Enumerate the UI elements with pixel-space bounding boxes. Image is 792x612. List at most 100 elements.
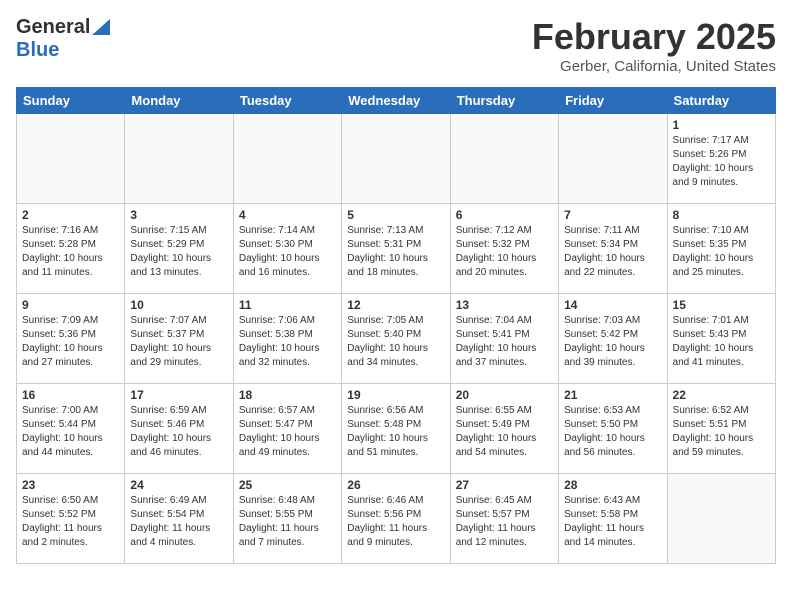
day-info: Sunrise: 7:03 AM Sunset: 5:42 PM Dayligh… — [564, 314, 661, 370]
calendar-cell: 7 Sunrise: 7:11 AM Sunset: 5:34 PM Daylig… — [559, 204, 667, 294]
day-number: 13 — [456, 298, 553, 312]
day-number: 22 — [673, 388, 770, 402]
calendar-cell: 13 Sunrise: 7:04 AM Sunset: 5:41 PM Dayli… — [450, 294, 558, 384]
day-info: Sunrise: 6:55 AM Sunset: 5:49 PM Dayligh… — [456, 404, 553, 460]
calendar-cell: 27 Sunrise: 6:45 AM Sunset: 5:57 PM Dayli… — [450, 474, 558, 564]
day-info: Sunrise: 6:46 AM Sunset: 5:56 PM Dayligh… — [347, 494, 444, 550]
logo-icon — [92, 19, 110, 35]
day-info: Sunrise: 7:13 AM Sunset: 5:31 PM Dayligh… — [347, 224, 444, 280]
logo-general: General — [16, 16, 90, 39]
logo-blue: Blue — [16, 39, 59, 62]
page-header: General Blue February 2025 Gerber, Calif… — [16, 16, 776, 75]
calendar-cell: 9Sunrise: 7:09 AM Sunset: 5:36 PM Daylig… — [17, 294, 125, 384]
calendar-cell: 23 Sunrise: 6:50 AM Sunset: 5:52 PM Dayli… — [17, 474, 125, 564]
day-number: 16 — [22, 388, 119, 402]
day-header-monday: Monday — [125, 88, 233, 114]
day-number: 5 — [347, 208, 444, 222]
day-header-thursday: Thursday — [450, 88, 558, 114]
day-info: Sunrise: 7:11 AM Sunset: 5:34 PM Dayligh… — [564, 224, 661, 280]
day-number: 25 — [239, 478, 336, 492]
day-info: Sunrise: 6:45 AM Sunset: 5:57 PM Dayligh… — [456, 494, 553, 550]
calendar-cell: 17Sunrise: 6:59 AM Sunset: 5:46 PM Dayli… — [125, 384, 233, 474]
calendar-cell: 10 Sunrise: 7:07 AM Sunset: 5:37 PM Dayli… — [125, 294, 233, 384]
calendar-cell — [125, 114, 233, 204]
day-info: Sunrise: 7:17 AM Sunset: 5:26 PM Dayligh… — [673, 134, 770, 190]
day-info: Sunrise: 7:16 AM Sunset: 5:28 PM Dayligh… — [22, 224, 119, 280]
calendar-cell: 14Sunrise: 7:03 AM Sunset: 5:42 PM Dayli… — [559, 294, 667, 384]
calendar-cell: 24 Sunrise: 6:49 AM Sunset: 5:54 PM Dayli… — [125, 474, 233, 564]
day-info: Sunrise: 7:15 AM Sunset: 5:29 PM Dayligh… — [130, 224, 227, 280]
calendar-cell: 20 Sunrise: 6:55 AM Sunset: 5:49 PM Dayli… — [450, 384, 558, 474]
day-number: 3 — [130, 208, 227, 222]
title-block: February 2025 Gerber, California, United… — [532, 16, 776, 75]
calendar-cell: 6Sunrise: 7:12 AM Sunset: 5:32 PM Daylig… — [450, 204, 558, 294]
day-number: 24 — [130, 478, 227, 492]
day-header-saturday: Saturday — [667, 88, 775, 114]
calendar-cell — [667, 474, 775, 564]
day-number: 28 — [564, 478, 661, 492]
day-info: Sunrise: 6:59 AM Sunset: 5:46 PM Dayligh… — [130, 404, 227, 460]
day-info: Sunrise: 7:04 AM Sunset: 5:41 PM Dayligh… — [456, 314, 553, 370]
day-number: 26 — [347, 478, 444, 492]
calendar-cell: 25 Sunrise: 6:48 AM Sunset: 5:55 PM Dayli… — [233, 474, 341, 564]
calendar-cell: 28 Sunrise: 6:43 AM Sunset: 5:58 PM Dayli… — [559, 474, 667, 564]
location-title: Gerber, California, United States — [532, 58, 776, 75]
day-number: 6 — [456, 208, 553, 222]
day-info: Sunrise: 7:14 AM Sunset: 5:30 PM Dayligh… — [239, 224, 336, 280]
day-info: Sunrise: 7:06 AM Sunset: 5:38 PM Dayligh… — [239, 314, 336, 370]
logo: General Blue — [16, 16, 110, 62]
day-number: 19 — [347, 388, 444, 402]
day-number: 20 — [456, 388, 553, 402]
calendar-cell: 15 Sunrise: 7:01 AM Sunset: 5:43 PM Dayli… — [667, 294, 775, 384]
calendar-cell — [450, 114, 558, 204]
calendar-cell: 22Sunrise: 6:52 AM Sunset: 5:51 PM Dayli… — [667, 384, 775, 474]
week-row-1: 1 Sunrise: 7:17 AM Sunset: 5:26 PM Daylig… — [17, 114, 776, 204]
day-info: Sunrise: 7:07 AM Sunset: 5:37 PM Dayligh… — [130, 314, 227, 370]
day-info: Sunrise: 7:09 AM Sunset: 5:36 PM Dayligh… — [22, 314, 119, 370]
calendar-cell — [559, 114, 667, 204]
week-row-3: 9Sunrise: 7:09 AM Sunset: 5:36 PM Daylig… — [17, 294, 776, 384]
day-number: 7 — [564, 208, 661, 222]
calendar-cell: 12 Sunrise: 7:05 AM Sunset: 5:40 PM Dayli… — [342, 294, 450, 384]
calendar-cell: 4 Sunrise: 7:14 AM Sunset: 5:30 PM Daylig… — [233, 204, 341, 294]
day-header-friday: Friday — [559, 88, 667, 114]
calendar-cell: 18 Sunrise: 6:57 AM Sunset: 5:47 PM Dayli… — [233, 384, 341, 474]
day-number: 11 — [239, 298, 336, 312]
day-info: Sunrise: 7:01 AM Sunset: 5:43 PM Dayligh… — [673, 314, 770, 370]
day-number: 23 — [22, 478, 119, 492]
day-number: 4 — [239, 208, 336, 222]
day-header-sunday: Sunday — [17, 88, 125, 114]
calendar-cell: 21 Sunrise: 6:53 AM Sunset: 5:50 PM Dayli… — [559, 384, 667, 474]
day-number: 15 — [673, 298, 770, 312]
day-number: 8 — [673, 208, 770, 222]
day-info: Sunrise: 6:50 AM Sunset: 5:52 PM Dayligh… — [22, 494, 119, 550]
day-number: 21 — [564, 388, 661, 402]
day-number: 2 — [22, 208, 119, 222]
day-info: Sunrise: 6:57 AM Sunset: 5:47 PM Dayligh… — [239, 404, 336, 460]
day-number: 1 — [673, 118, 770, 132]
calendar-cell: 1 Sunrise: 7:17 AM Sunset: 5:26 PM Daylig… — [667, 114, 775, 204]
day-info: Sunrise: 7:05 AM Sunset: 5:40 PM Dayligh… — [347, 314, 444, 370]
day-info: Sunrise: 7:00 AM Sunset: 5:44 PM Dayligh… — [22, 404, 119, 460]
day-info: Sunrise: 6:48 AM Sunset: 5:55 PM Dayligh… — [239, 494, 336, 550]
day-number: 18 — [239, 388, 336, 402]
week-row-2: 2 Sunrise: 7:16 AM Sunset: 5:28 PM Daylig… — [17, 204, 776, 294]
day-info: Sunrise: 6:43 AM Sunset: 5:58 PM Dayligh… — [564, 494, 661, 550]
calendar-cell: 11 Sunrise: 7:06 AM Sunset: 5:38 PM Dayli… — [233, 294, 341, 384]
week-row-5: 23 Sunrise: 6:50 AM Sunset: 5:52 PM Dayli… — [17, 474, 776, 564]
calendar-cell: 26 Sunrise: 6:46 AM Sunset: 5:56 PM Dayli… — [342, 474, 450, 564]
day-info: Sunrise: 6:49 AM Sunset: 5:54 PM Dayligh… — [130, 494, 227, 550]
calendar-cell — [17, 114, 125, 204]
calendar-cell: 5 Sunrise: 7:13 AM Sunset: 5:31 PM Daylig… — [342, 204, 450, 294]
day-info: Sunrise: 6:53 AM Sunset: 5:50 PM Dayligh… — [564, 404, 661, 460]
month-title: February 2025 — [532, 16, 776, 58]
day-number: 12 — [347, 298, 444, 312]
day-number: 10 — [130, 298, 227, 312]
week-row-4: 16 Sunrise: 7:00 AM Sunset: 5:44 PM Dayli… — [17, 384, 776, 474]
day-header-wednesday: Wednesday — [342, 88, 450, 114]
calendar-cell: 2 Sunrise: 7:16 AM Sunset: 5:28 PM Daylig… — [17, 204, 125, 294]
calendar-header-row: SundayMondayTuesdayWednesdayThursdayFrid… — [17, 88, 776, 114]
calendar-cell: 8Sunrise: 7:10 AM Sunset: 5:35 PM Daylig… — [667, 204, 775, 294]
calendar-cell: 3 Sunrise: 7:15 AM Sunset: 5:29 PM Daylig… — [125, 204, 233, 294]
day-number: 27 — [456, 478, 553, 492]
